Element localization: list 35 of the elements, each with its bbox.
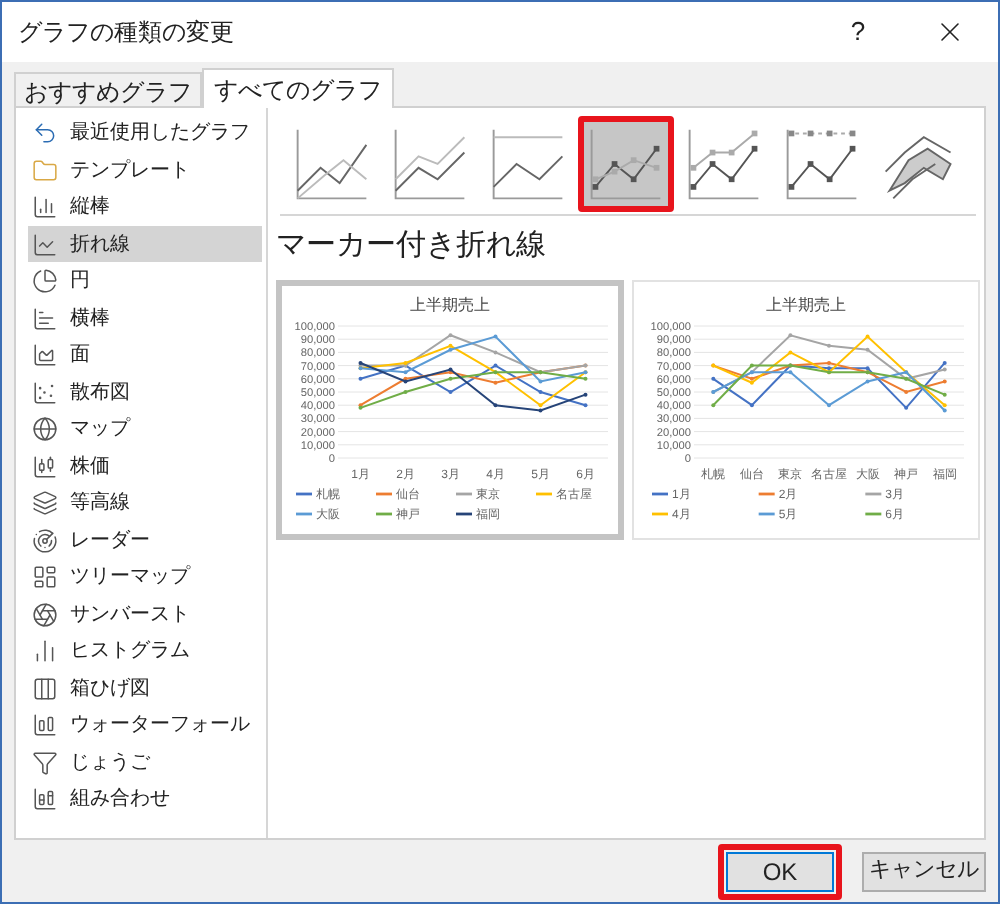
line-series xyxy=(359,370,587,408)
chart-type-item[interactable]: ウォーターフォール xyxy=(28,707,262,743)
line-series xyxy=(712,334,946,406)
chart-type-item[interactable]: ヒストグラム xyxy=(28,633,262,669)
help-button[interactable]: ? xyxy=(834,12,882,52)
ok-button[interactable]: OK xyxy=(726,851,834,891)
chart-type-item[interactable]: マップ xyxy=(28,411,262,447)
chart-title: 上半期売上 xyxy=(410,295,490,313)
chart-type-item[interactable]: 箱ひげ図 xyxy=(28,670,262,706)
chart-type-item[interactable]: 縦棒 xyxy=(28,189,262,225)
chart-type-item[interactable]: 株価 xyxy=(28,448,262,484)
tab[interactable]: すべてのグラフ xyxy=(202,68,394,108)
line-series xyxy=(359,334,587,382)
tab[interactable]: おすすめグラフ xyxy=(14,72,202,106)
line-series xyxy=(359,343,587,406)
chart-type-item[interactable]: じょうご xyxy=(28,744,262,780)
line-series xyxy=(359,333,587,373)
chart-type-item[interactable]: 組み合わせ xyxy=(28,781,262,817)
line-series xyxy=(712,370,946,411)
chart-type-item[interactable]: レーダー xyxy=(28,522,262,558)
window-title: グラフの種類の変更 xyxy=(18,16,236,50)
chart-type-item[interactable]: ツリーマップ xyxy=(28,559,262,595)
chart-type-item[interactable]: 散布図 xyxy=(28,374,262,410)
chart-type-item[interactable]: 円 xyxy=(28,263,262,299)
chart-subtype-heading: マーカー付き折れ線 xyxy=(276,226,548,266)
chart-type-item[interactable]: 最近使用したグラフ xyxy=(28,115,262,151)
chart-type-item[interactable]: テンプレート xyxy=(28,152,262,188)
chart-type-item[interactable]: 等高線 xyxy=(28,485,262,521)
chart-type-item[interactable]: サンバースト xyxy=(28,596,262,632)
chart-title: 上半期売上 xyxy=(766,295,846,313)
chart-type-item[interactable]: 面 xyxy=(28,337,262,373)
line-series xyxy=(712,360,946,392)
cancel-button[interactable]: キャンセル xyxy=(862,851,986,891)
chart-type-item[interactable]: 横棒 xyxy=(28,300,262,336)
chart-type-item[interactable]: 折れ線 xyxy=(28,226,262,262)
